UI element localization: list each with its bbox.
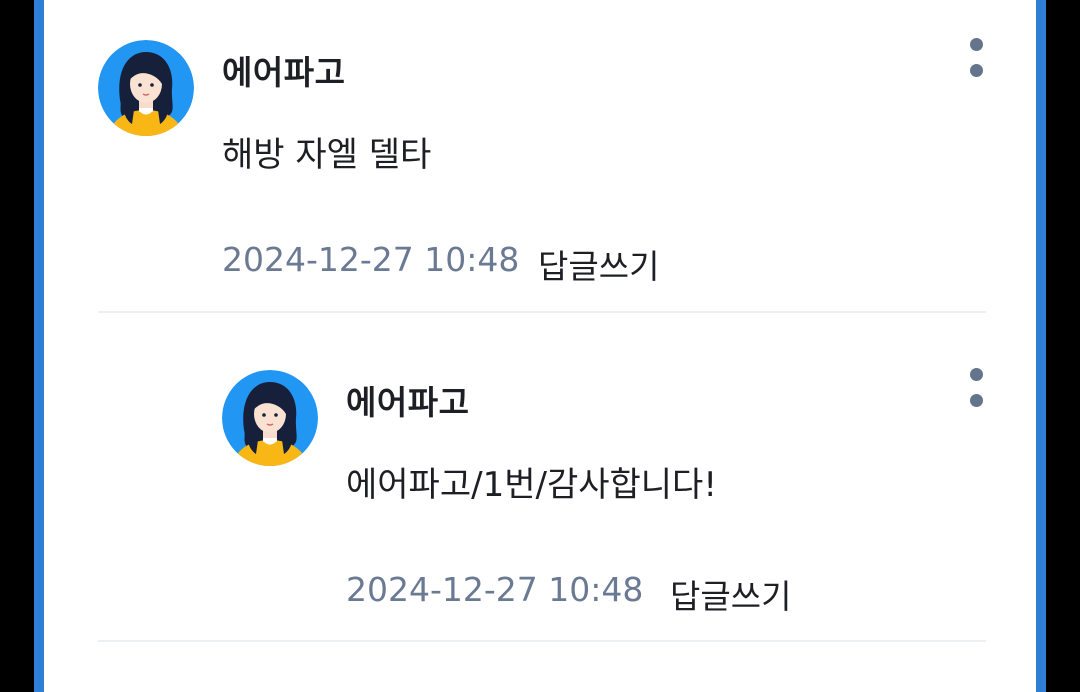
reply-button[interactable]: 답글쓰기: [538, 240, 659, 288]
more-vertical-icon[interactable]: [964, 38, 988, 86]
comment-text: 해방 자엘 델타: [222, 135, 432, 175]
comment-text: 에어파고/1번/감사합니다!: [346, 465, 717, 505]
avatar[interactable]: [98, 40, 194, 136]
comment-author[interactable]: 에어파고: [222, 46, 345, 94]
comment-author[interactable]: 에어파고: [346, 376, 469, 424]
comment-divider: [98, 311, 986, 313]
woman-avatar-icon: [222, 370, 318, 466]
avatar[interactable]: [222, 370, 318, 466]
woman-avatar-icon: [98, 40, 194, 136]
reply-button[interactable]: 답글쓰기: [670, 570, 791, 618]
comment-divider: [98, 640, 986, 642]
more-vertical-icon[interactable]: [964, 368, 988, 416]
comment-timestamp: 2024-12-27 10:48: [346, 570, 644, 609]
comment-timestamp: 2024-12-27 10:48: [222, 240, 520, 279]
